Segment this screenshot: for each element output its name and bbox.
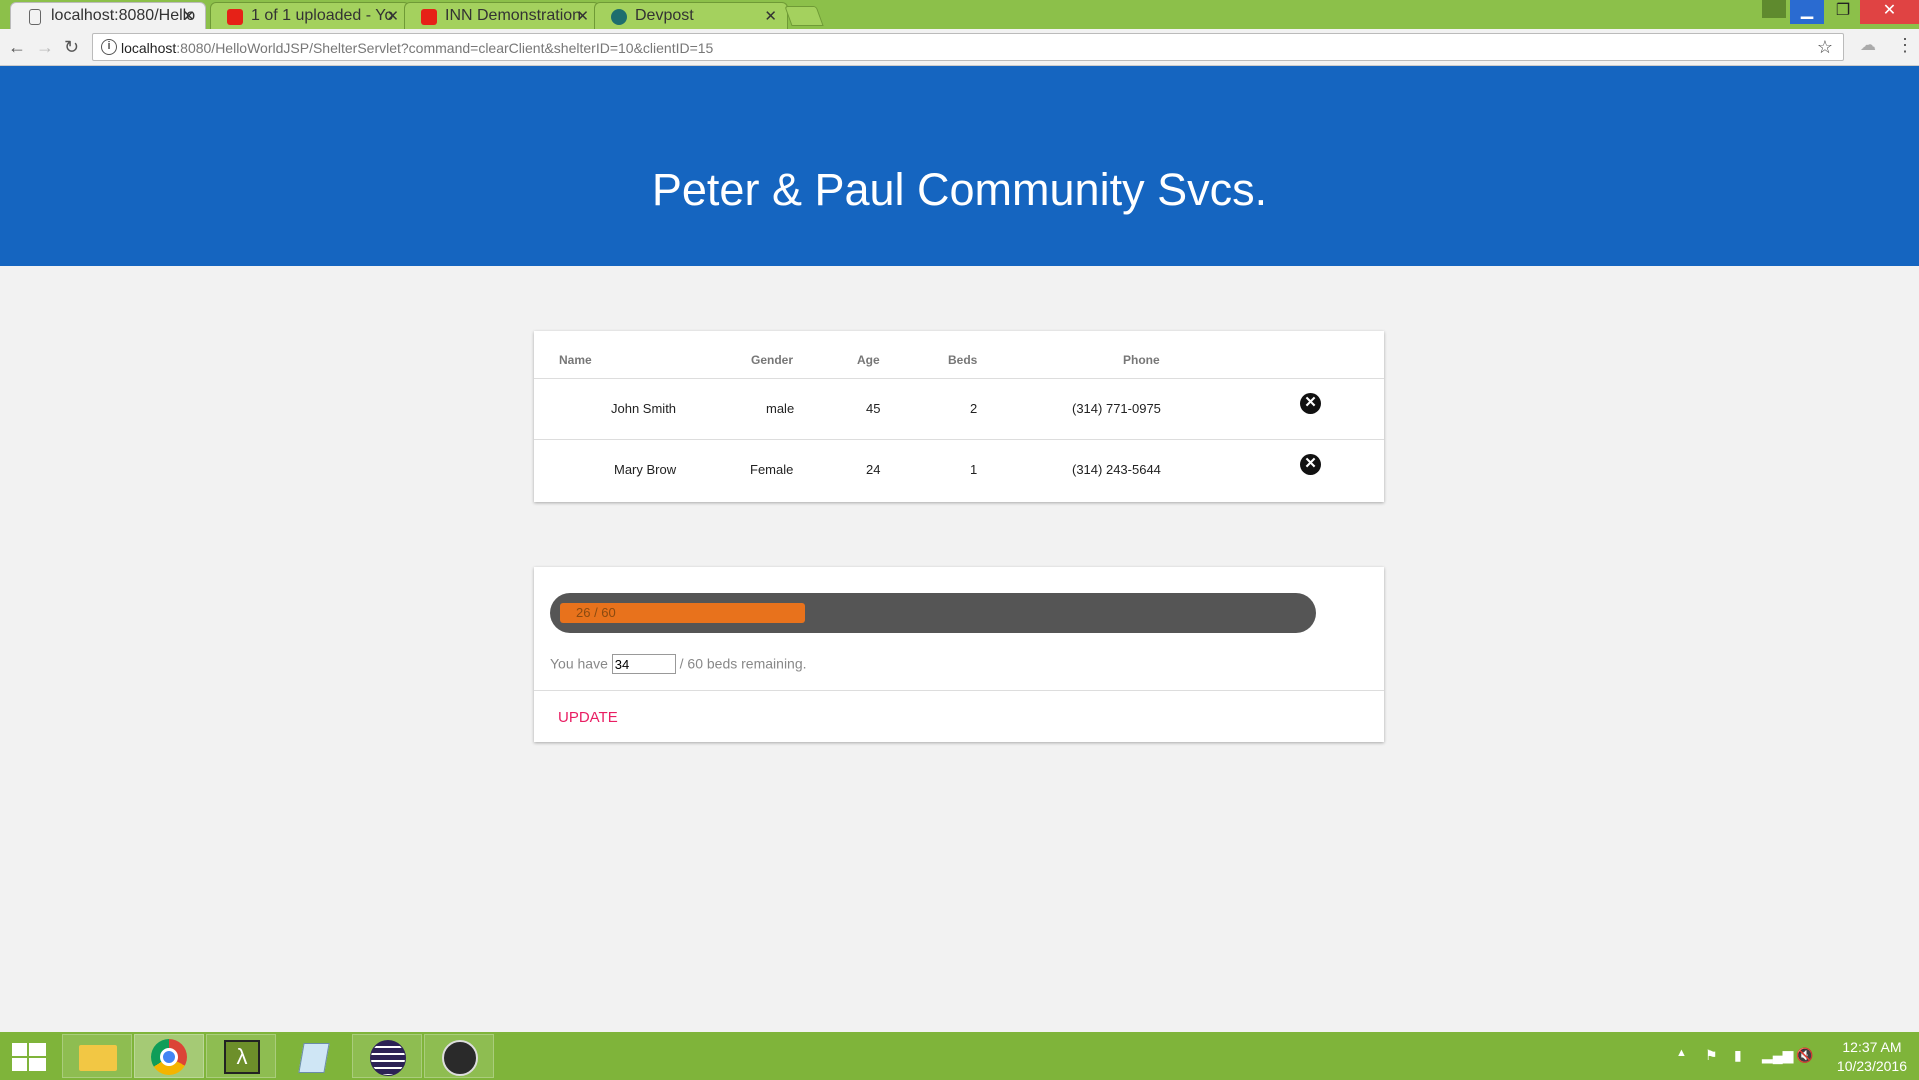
tab-label: Devpost [635,7,694,24]
taskbar: λ ▲ ⚑ ▮ ▂▄▆ 🔇 12:37 AM 10/23/2016 [0,1032,1919,1080]
client-phone: (314) 771-0975 [1072,401,1161,416]
client-beds: 2 [970,401,978,416]
page-icon [29,9,41,25]
minimize-icon[interactable]: ▁ [1790,0,1824,24]
tab-localhost[interactable]: localhost:8080/Hello ✕ [10,2,206,29]
new-tab-button[interactable] [784,6,824,26]
reload-icon[interactable]: ↻ [64,37,79,58]
network-icon[interactable]: ▂▄▆ [1762,1047,1793,1064]
volume-muted-icon[interactable]: 🔇 [1796,1047,1813,1064]
user-profile-icon[interactable] [1762,0,1786,18]
maximize-icon[interactable]: ❐ [1826,0,1860,24]
info-icon[interactable]: i [101,39,117,55]
divider [534,690,1384,691]
bookmark-star-icon[interactable]: ☆ [1817,37,1833,58]
show-hidden-icons[interactable]: ▲ [1676,1047,1687,1059]
windows-start-icon[interactable] [12,1043,46,1071]
tab-label: localhost:8080/Hello [51,7,196,24]
clock-date: 10/23/2016 [1836,1058,1907,1074]
page-header: Peter & Paul Community Svcs. [0,66,1919,266]
client-age: 45 [866,401,881,416]
notepad-icon[interactable] [278,1034,348,1078]
address-url[interactable]: localhost:8080/HelloWorldJSP/ShelterServ… [121,40,713,56]
extension-icon[interactable]: ☁ [1860,35,1876,55]
clients-table: Name Gender Age Beds Phone John Smith ma… [534,331,1384,502]
close-icon[interactable]: ✕ [576,7,589,25]
file-explorer-icon[interactable] [62,1034,132,1078]
devpost-icon [611,9,627,25]
header-beds: Beds [948,353,978,367]
tab-label: 1 of 1 uploaded - Yo [251,7,394,24]
capacity-card: 26 / 60 You have / 60 beds remaining. UP… [534,567,1384,742]
tab-devpost[interactable]: Devpost ✕ [594,2,788,29]
page-title: Peter & Paul Community Svcs. [651,164,1268,215]
beds-progress-bar: 26 / 60 [550,593,1316,633]
beds-remaining-line: You have / 60 beds remaining. [550,654,807,674]
action-center-flag-icon[interactable]: ⚑ [1705,1047,1718,1064]
client-name: Mary Brow [614,462,677,477]
client-name: John Smith [611,401,677,416]
client-beds: 1 [970,462,978,477]
tab-label: INN Demonstration [445,7,582,24]
eclipse-icon[interactable] [352,1034,422,1078]
update-button[interactable]: UPDATE [558,709,618,726]
progress-label: 26 / 60 [576,605,616,620]
client-age: 24 [866,462,881,477]
table-row: John Smith male 45 2 (314) 771-0975 ✕ [534,378,1384,439]
forward-icon[interactable]: → [36,37,54,58]
header-gender: Gender [751,353,794,367]
close-icon[interactable]: ✕ [386,7,399,25]
remove-client-icon[interactable]: ✕ [1300,454,1321,475]
client-gender: Female [750,462,794,477]
header-age: Age [857,353,880,367]
header-name: Name [559,353,592,367]
client-phone: (314) 243-5644 [1072,462,1161,477]
battery-icon[interactable]: ▮ [1734,1047,1742,1064]
header-phone: Phone [1123,353,1160,367]
youtube-icon [227,9,243,25]
back-icon[interactable]: ← [8,37,26,58]
client-gender: male [766,401,795,416]
tab-inn-demonstration[interactable]: INN Demonstration ✕ [404,2,600,29]
remaining-prefix: You have [550,655,608,672]
address-bar[interactable]: i localhost:8080/HelloWorldJSP/ShelterSe… [92,33,1844,61]
remaining-suffix: / 60 beds remaining. [679,655,807,672]
obs-icon[interactable] [424,1034,494,1078]
table-row: Mary Brow Female 24 1 (314) 243-5644 ✕ [534,439,1384,500]
system-clock[interactable]: 12:37 AM 10/23/2016 [1837,1038,1907,1076]
close-icon[interactable]: ✕ [182,7,195,25]
chrome-icon[interactable] [134,1034,204,1078]
lambda-app-icon[interactable]: λ [206,1034,276,1078]
browser-titlebar: 1 of 1 uploaded - Yo ✕ INN Demonstration… [0,0,1919,29]
remove-client-icon[interactable]: ✕ [1300,393,1321,414]
beds-progress-fill: 26 / 60 [560,603,805,623]
close-icon[interactable]: ✕ [764,7,777,25]
clock-time: 12:37 AM [1842,1039,1902,1055]
close-window-icon[interactable]: ✕ [1860,0,1919,24]
tab-youtube-upload[interactable]: 1 of 1 uploaded - Yo ✕ [210,2,410,29]
browser-toolbar: ← → ↻ i localhost:8080/HelloWorldJSP/She… [0,29,1919,66]
beds-remaining-input[interactable] [611,654,676,674]
menu-icon[interactable]: ⋮ [1896,35,1914,56]
youtube-icon [421,9,437,25]
